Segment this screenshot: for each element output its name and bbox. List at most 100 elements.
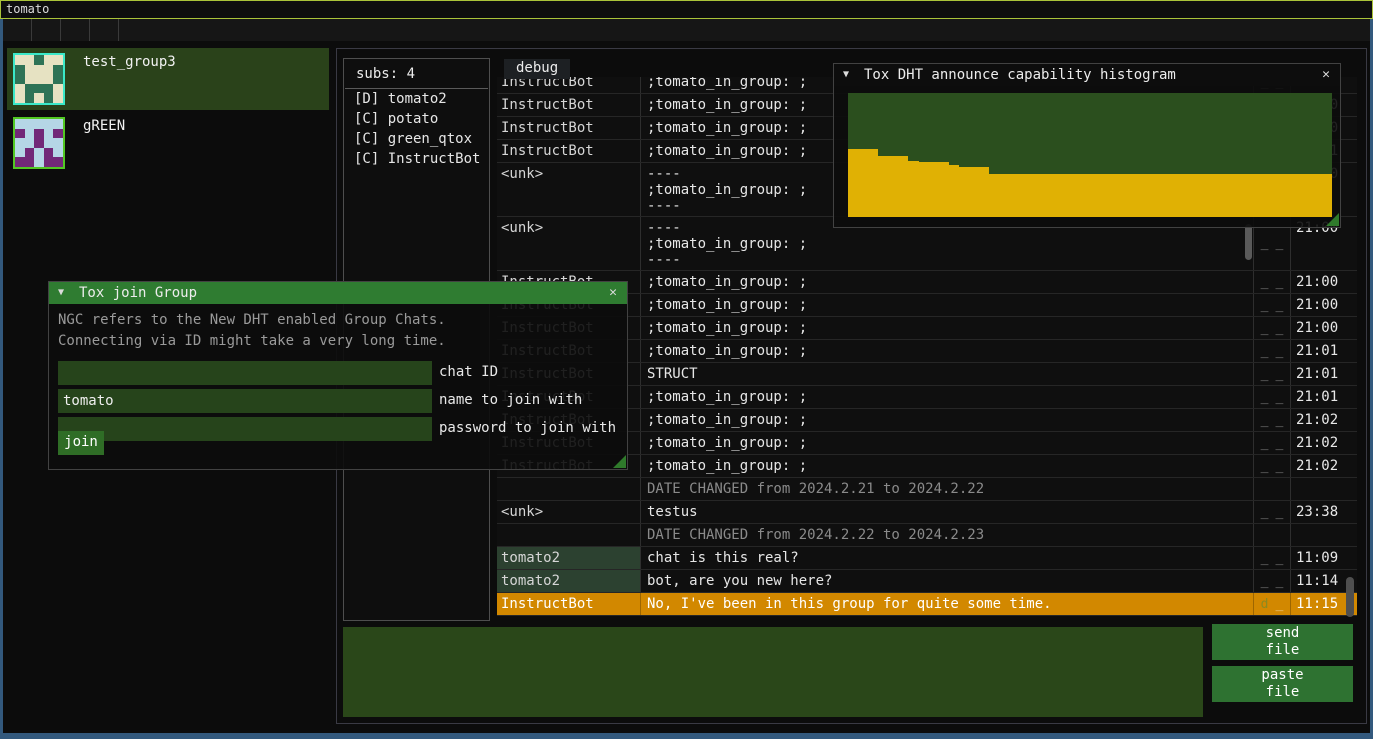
dht-histogram-plot: [848, 93, 1332, 217]
message-status: __: [1253, 455, 1290, 477]
message-timestamp: 21:02: [1290, 455, 1345, 477]
members-count-label: subs: 4: [344, 59, 489, 88]
group-name-label: test_group3: [83, 54, 176, 70]
join-group-title: Tox join Group: [79, 282, 197, 304]
message-text: ;tomato_in_group: ;: [640, 432, 1253, 454]
message-timestamp: 21:00: [1290, 271, 1345, 293]
roster-item-gREEN[interactable]: gREEN: [7, 112, 329, 174]
message-status: [1253, 524, 1290, 546]
message-timestamp: 21:02: [1290, 432, 1345, 454]
message-text: ;tomato_in_group: ;: [640, 340, 1253, 362]
message-status: __: [1253, 547, 1290, 569]
send-file-button[interactable]: send file: [1212, 624, 1353, 660]
join-field-label: password to join with: [439, 420, 616, 436]
join-field-input[interactable]: [58, 361, 432, 385]
message-timestamp: 21:01: [1290, 386, 1345, 408]
join-field-label: name to join with: [439, 392, 582, 408]
message-row[interactable]: tomato2 chat is this real? __ 11:09: [497, 547, 1357, 570]
message-author: InstructBot: [497, 77, 640, 93]
join-description-line2: Connecting via ID might take a very long…: [58, 331, 627, 352]
message-timestamp: [1290, 524, 1345, 546]
message-text: ;tomato_in_group: ;: [640, 294, 1253, 316]
menu-item-settings[interactable]: [32, 19, 61, 41]
join-field-row: name to join with: [58, 388, 627, 414]
message-status: __: [1253, 432, 1290, 454]
message-status: __: [1253, 386, 1290, 408]
join-group-titlebar[interactable]: ▼ Tox join Group ✕: [49, 282, 627, 304]
message-row[interactable]: InstructBot No, I've been in this group …: [497, 593, 1357, 616]
member-item-2[interactable]: [C] green_qtox: [344, 129, 489, 149]
message-text: bot, are you new here?: [640, 570, 1253, 592]
member-item-3[interactable]: [C] InstructBot: [344, 149, 489, 169]
message-text: ;tomato_in_group: ;: [640, 386, 1253, 408]
message-timestamp: 11:14: [1290, 570, 1345, 592]
message-author: <unk>: [497, 217, 640, 270]
message-author: [497, 524, 640, 546]
message-text: ;tomato_in_group: ;: [640, 455, 1253, 477]
tab-debug[interactable]: debug: [504, 59, 570, 79]
message-status: d_: [1253, 593, 1290, 615]
message-row[interactable]: <unk> testus __ 23:38: [497, 501, 1357, 524]
message-text: No, I've been in this group for quite so…: [640, 593, 1253, 615]
message-row[interactable]: DATE CHANGED from 2024.2.22 to 2024.2.23: [497, 524, 1357, 547]
message-status: [1253, 478, 1290, 500]
menu-item-performance[interactable]: [90, 19, 119, 41]
message-timestamp: 21:00: [1290, 317, 1345, 339]
message-row[interactable]: DATE CHANGED from 2024.2.21 to 2024.2.22: [497, 478, 1357, 501]
message-text: STRUCT: [640, 363, 1253, 385]
message-text: testus: [640, 501, 1253, 523]
join-group-dialog: ▼ Tox join Group ✕ NGC refers to the New…: [48, 281, 628, 470]
message-text: DATE CHANGED from 2024.2.21 to 2024.2.22: [640, 478, 1253, 500]
join-button[interactable]: join: [58, 431, 104, 455]
menu-item-tox[interactable]: [61, 19, 90, 41]
roster-item-test_group3[interactable]: test_group3: [7, 48, 329, 110]
message-status: __: [1253, 409, 1290, 431]
message-text: chat is this real?: [640, 547, 1253, 569]
join-field-row: chat ID: [58, 360, 627, 386]
message-author: tomato2: [497, 547, 640, 569]
member-item-1[interactable]: [C] potato: [344, 109, 489, 129]
message-author: <unk>: [497, 501, 640, 523]
join-field-input[interactable]: [58, 389, 432, 413]
message-text: DATE CHANGED from 2024.2.22 to 2024.2.23: [640, 524, 1253, 546]
group-avatar: [13, 117, 65, 169]
dht-histogram-title: Tox DHT announce capability histogram: [864, 64, 1176, 86]
dht-histogram-titlebar[interactable]: ▼ Tox DHT announce capability histogram …: [834, 64, 1340, 86]
message-timestamp: 21:02: [1290, 409, 1345, 431]
close-icon[interactable]: ✕: [605, 282, 621, 304]
window-frame-bottom: [0, 733, 1373, 739]
message-inner-scrollbar[interactable]: [1245, 224, 1252, 260]
message-timestamp: [1290, 478, 1345, 500]
message-author: tomato2: [497, 570, 640, 592]
paste-file-button[interactable]: paste file: [1212, 666, 1353, 702]
message-status: __: [1253, 340, 1290, 362]
close-icon[interactable]: ✕: [1318, 64, 1334, 86]
message-text: ;tomato_in_group: ;: [640, 317, 1253, 339]
message-row[interactable]: tomato2 bot, are you new here? __ 11:14: [497, 570, 1357, 593]
message-timestamp: 11:15: [1290, 593, 1345, 615]
window-frame-left: [0, 19, 3, 739]
join-field-row: password to join with: [58, 416, 627, 442]
message-timestamp: 21:01: [1290, 363, 1345, 385]
resize-grip[interactable]: [1326, 213, 1339, 226]
collapse-icon[interactable]: ▼: [843, 64, 849, 86]
message-author: InstructBot: [497, 94, 640, 116]
join-field-input[interactable]: [58, 417, 432, 441]
join-field-label: chat ID: [439, 364, 498, 380]
message-input[interactable]: [343, 627, 1203, 717]
message-status: __: [1253, 317, 1290, 339]
member-item-0[interactable]: [D] tomato2: [344, 89, 489, 109]
group-name-label: gREEN: [83, 118, 125, 134]
message-status: __: [1253, 570, 1290, 592]
chatlog-scrollbar[interactable]: [1346, 577, 1354, 617]
wm-titlebar[interactable]: tomato: [0, 0, 1373, 19]
message-author: InstructBot: [497, 117, 640, 139]
message-timestamp: 23:38: [1290, 501, 1345, 523]
message-status: __: [1253, 363, 1290, 385]
message-timestamp: 21:01: [1290, 340, 1345, 362]
message-text: ;tomato_in_group: ;: [640, 271, 1253, 293]
menu-item-2.0fps: [3, 19, 32, 41]
collapse-icon[interactable]: ▼: [58, 282, 64, 304]
message-author: [497, 478, 640, 500]
resize-grip[interactable]: [613, 455, 626, 468]
